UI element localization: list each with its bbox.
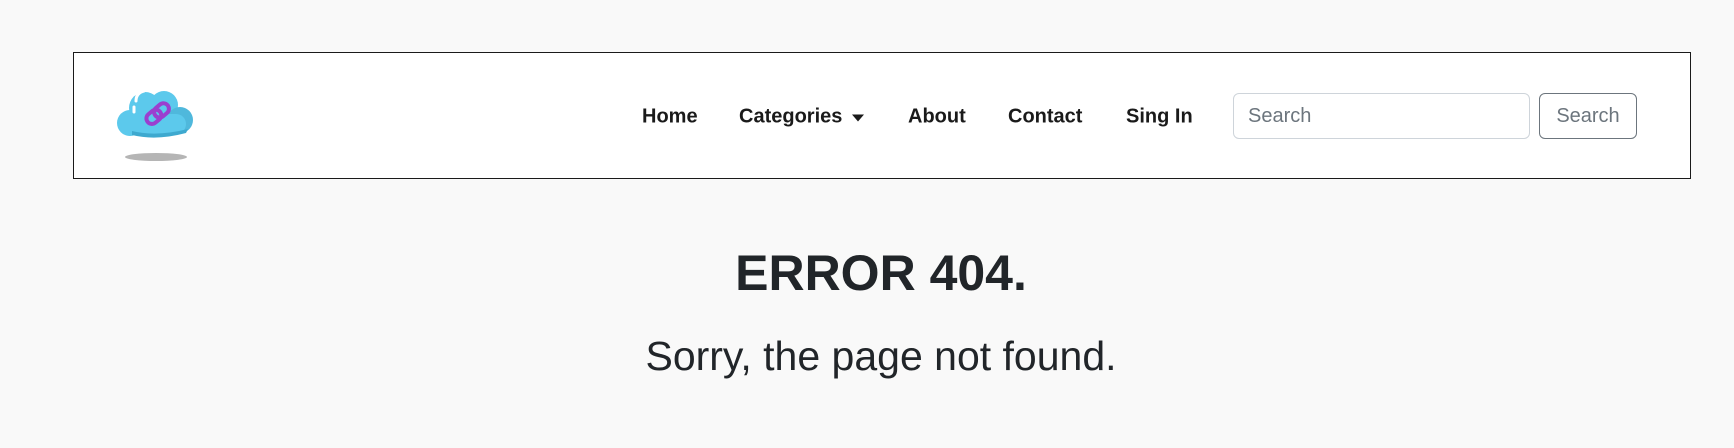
- page-content: Home Categories About Contact Sing In Se…: [0, 0, 1734, 448]
- error-title: ERROR 404.: [735, 245, 1027, 301]
- search-input[interactable]: [1233, 93, 1530, 139]
- nav-link-contact[interactable]: Contact: [1008, 105, 1082, 128]
- navbar: Home Categories About Contact Sing In Se…: [73, 52, 1691, 179]
- search-button[interactable]: Search: [1539, 93, 1637, 139]
- nav-link-sign-in[interactable]: Sing In: [1126, 105, 1193, 128]
- nav-dropdown-categories[interactable]: Categories: [739, 105, 865, 128]
- error-message: Sorry, the page not found.: [645, 333, 1117, 379]
- caret-down-icon: [852, 114, 865, 121]
- nav-dropdown-label: Categories: [739, 105, 843, 127]
- nav-link-home[interactable]: Home: [642, 105, 698, 128]
- nav-link-about[interactable]: About: [908, 105, 966, 128]
